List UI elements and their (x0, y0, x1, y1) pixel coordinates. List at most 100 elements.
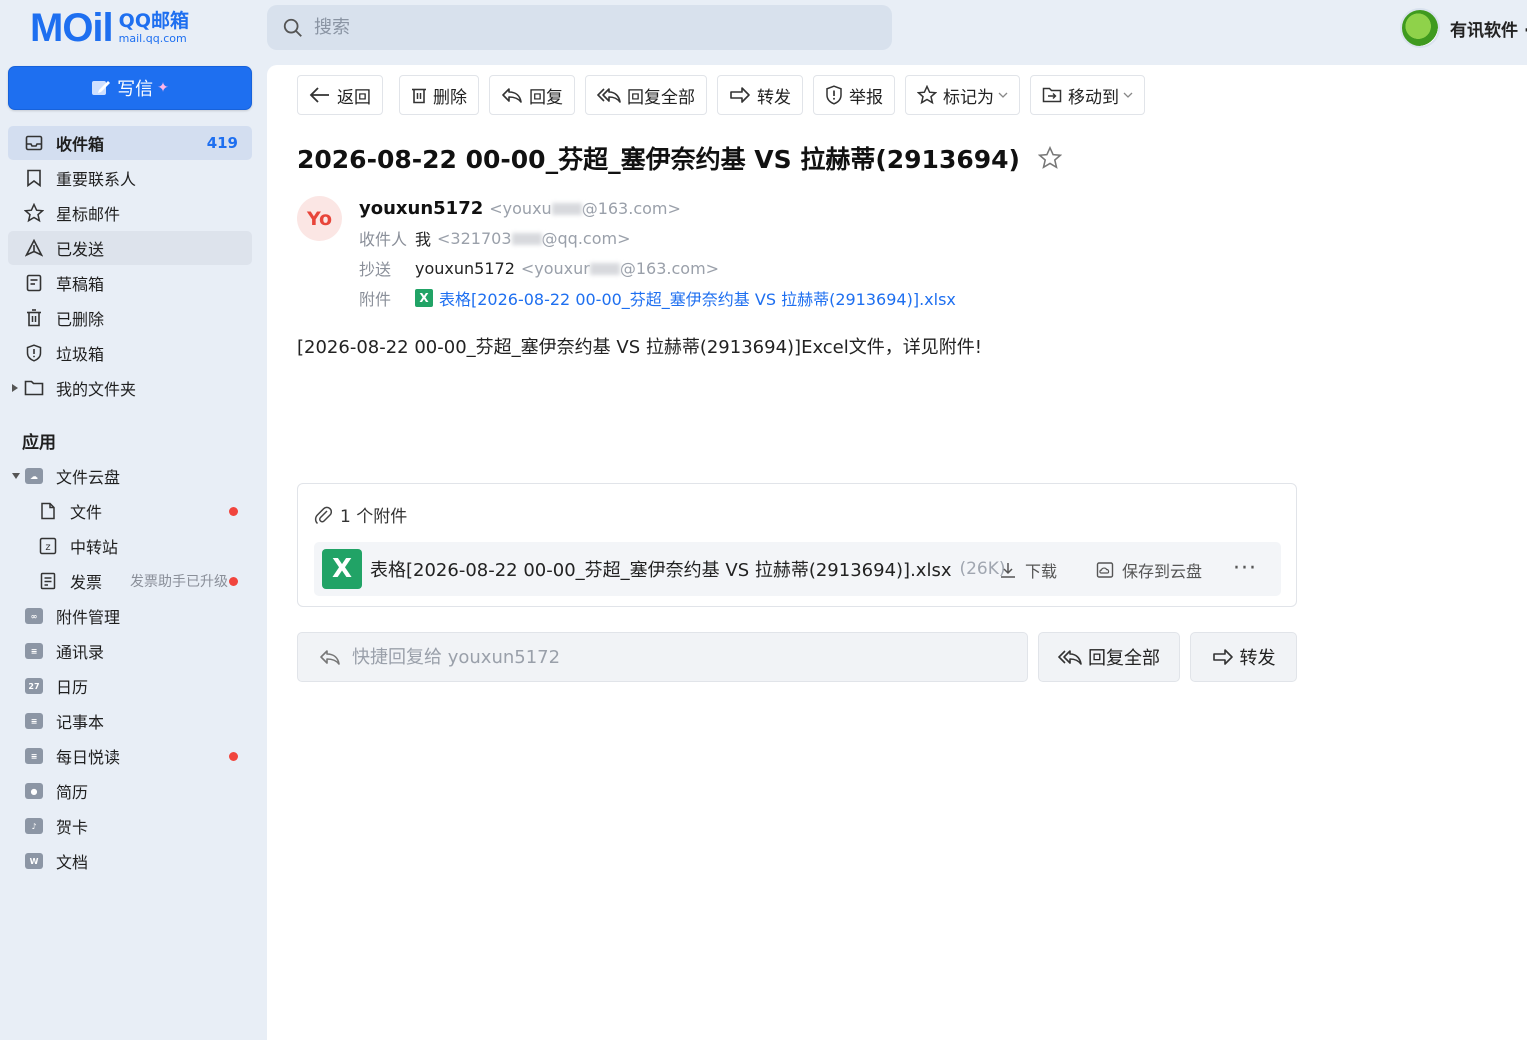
logo-qq-text: QQ邮箱 (118, 10, 189, 32)
save-to-cloud-button[interactable]: 保存到云盘 (1096, 558, 1202, 582)
folder-move-icon (1042, 87, 1062, 103)
reply-all-icon (1058, 650, 1082, 665)
sidebar-item-inbox[interactable]: 收件箱 419 (8, 126, 252, 160)
draft-icon (24, 273, 44, 293)
report-button[interactable]: 举报 (813, 75, 895, 115)
collapse-caret-icon[interactable] (12, 473, 20, 479)
greeting-card-icon: ♪ (24, 816, 44, 836)
sidebar-item-notepad[interactable]: ≡ 记事本 (8, 704, 252, 738)
attachment-item[interactable]: X 表格[2026-08-22 00-00_芬超_塞伊奈约基 VS 拉赫蒂(29… (314, 542, 1281, 596)
sidebar-item-label: 草稿箱 (56, 275, 105, 294)
send-icon (24, 238, 44, 258)
sidebar-item-attachment-manager[interactable]: ∞ 附件管理 (8, 599, 252, 633)
invoice-upgrade-tip: 发票助手已升级 (130, 574, 228, 590)
shield-icon (24, 343, 44, 363)
document-icon: W (24, 851, 44, 871)
compose-label: 写信 (117, 79, 154, 100)
cc-address: <youxur @163.com> (520, 258, 720, 278)
sender-row: youxun5172 <youxu @163.com> (359, 193, 956, 223)
logo-domain-text: mail.qq.com (118, 32, 187, 45)
sidebar-item-label: 重要联系人 (56, 170, 137, 189)
search-bar[interactable] (267, 5, 892, 50)
sidebar-item-label: 中转站 (70, 538, 119, 557)
quick-reply-box[interactable] (297, 632, 1028, 682)
quick-reply-input[interactable] (352, 646, 952, 668)
sidebar-item-cloud-drive[interactable]: ☁ 文件云盘 (8, 459, 252, 493)
sidebar-item-calendar[interactable]: 27 日历 (8, 669, 252, 703)
sidebar-item-greeting-card[interactable]: ♪ 贺卡 (8, 809, 252, 843)
user-name[interactable]: 有讯软件 · (1450, 16, 1527, 41)
svg-text:z: z (45, 542, 50, 553)
sidebar-item-documents[interactable]: W 文档 (8, 844, 252, 878)
sidebar-item-starred[interactable]: 星标邮件 (8, 196, 252, 230)
recipient-label: 收件人 (359, 230, 408, 249)
email-meta: youxun5172 <youxu @163.com> 收件人 我 <321703… (359, 193, 956, 313)
attachment-label: 附件 (359, 290, 392, 309)
resume-icon: ● (24, 781, 44, 801)
sidebar-item-label: 已删除 (56, 310, 105, 329)
sidebar-item-label: 文档 (56, 853, 89, 872)
invoice-icon (38, 571, 58, 591)
sidebar-item-files[interactable]: 文件 (22, 494, 252, 528)
sidebar-item-sent[interactable]: 已发送 (8, 231, 252, 265)
sender-name[interactable]: youxun5172 (359, 198, 483, 219)
sidebar-item-daily-reading[interactable]: ≡ 每日悦读 (8, 739, 252, 773)
sidebar-item-label: 附件管理 (56, 608, 121, 627)
back-button[interactable]: 返回 (297, 75, 383, 115)
reply-icon (502, 88, 522, 103)
sidebar-item-contacts[interactable]: ≡ 通讯录 (8, 634, 252, 668)
attachment-link[interactable]: 表格[2026-08-22 00-00_芬超_塞伊奈约基 VS 拉赫蒂(2913… (439, 286, 956, 310)
quick-forward-button[interactable]: 转发 (1190, 632, 1297, 682)
expand-caret-icon[interactable] (12, 384, 18, 392)
attachments-panel: 1 个附件 X 表格[2026-08-22 00-00_芬超_塞伊奈约基 VS … (297, 483, 1297, 607)
search-icon (283, 18, 302, 37)
sender-avatar[interactable]: Yo (297, 196, 342, 241)
sidebar-item-spam[interactable]: 垃圾箱 (8, 336, 252, 370)
notepad-icon: ≡ (24, 711, 44, 731)
download-button[interactable]: 下载 (999, 558, 1057, 582)
sidebar-item-deleted[interactable]: 已删除 (8, 301, 252, 335)
daily-reading-icon: ≡ (24, 746, 44, 766)
sparkle-icon: ✦ (157, 80, 169, 96)
sidebar-item-invoice[interactable]: 发票 发票助手已升级 (22, 564, 252, 598)
file-icon (38, 501, 58, 521)
compose-button[interactable]: 写信 ✦ (8, 66, 252, 110)
search-input[interactable] (314, 17, 814, 38)
star-icon (24, 203, 44, 223)
sidebar-item-drafts[interactable]: 草稿箱 (8, 266, 252, 300)
sidebar-item-important-contacts[interactable]: 重要联系人 (8, 161, 252, 195)
move-to-dropdown[interactable]: 移动到 (1030, 75, 1145, 115)
reply-icon (320, 650, 340, 665)
reply-all-icon (597, 88, 621, 103)
attachment-file-name[interactable]: 表格[2026-08-22 00-00_芬超_塞伊奈约基 VS 拉赫蒂(2913… (370, 556, 951, 582)
arrow-left-icon (309, 87, 329, 103)
recipient-name[interactable]: 我 (415, 226, 431, 250)
reading-pane: 返回 删除 回复 回复全部 转发 举报 标记为 移动到 2026-08-22 0… (267, 65, 1527, 1040)
sidebar-item-label: 日历 (56, 678, 89, 697)
attachment-row: 附件 X 表格[2026-08-22 00-00_芬超_塞伊奈约基 VS 拉赫蒂… (359, 283, 956, 313)
more-options-icon[interactable]: ··· (1233, 556, 1257, 581)
sidebar-item-label: 我的文件夹 (56, 380, 137, 399)
sidebar-item-resume[interactable]: ● 简历 (8, 774, 252, 808)
qq-mail-logo[interactable]: MOil QQ邮箱 mail.qq.com (30, 8, 189, 48)
excel-icon: X (415, 289, 433, 307)
forward-button[interactable]: 转发 (717, 75, 803, 115)
reply-button[interactable]: 回复 (489, 75, 575, 115)
logo-mail-text: MOil (30, 6, 114, 50)
delete-button[interactable]: 删除 (399, 75, 479, 115)
mark-as-dropdown[interactable]: 标记为 (905, 75, 1020, 115)
quick-reply-all-button[interactable]: 回复全部 (1038, 632, 1180, 682)
reply-all-button[interactable]: 回复全部 (585, 75, 707, 115)
star-icon (917, 85, 937, 105)
chevron-down-icon (1123, 92, 1133, 98)
cc-name[interactable]: youxun5172 (415, 259, 515, 278)
avatar[interactable] (1400, 8, 1440, 48)
paperclip-icon (314, 506, 332, 524)
apps-section-title: 应用 (22, 433, 56, 453)
user-menu[interactable]: 有讯软件 · (1400, 8, 1527, 48)
bookmark-icon (24, 168, 44, 188)
sidebar-item-transfer-station[interactable]: z 中转站 (22, 529, 252, 563)
sidebar-item-my-folders[interactable]: 我的文件夹 (8, 371, 252, 405)
star-toggle-icon[interactable] (1037, 146, 1062, 170)
sidebar-item-label: 文件 (70, 503, 103, 522)
